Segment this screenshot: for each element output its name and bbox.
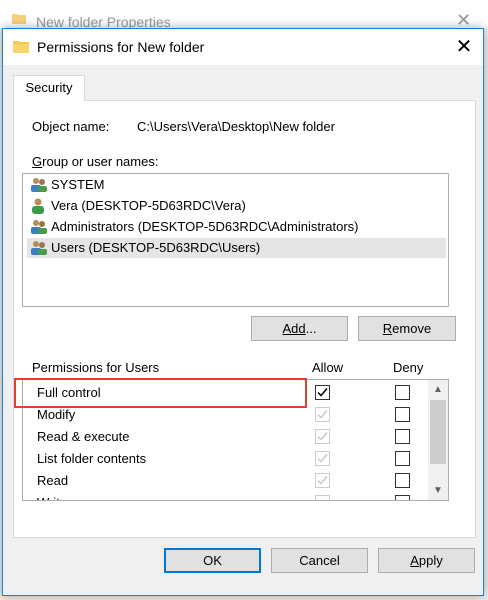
object-name-value: C:\Users\Vera\Desktop\New folder <box>137 119 335 134</box>
permission-row-list-folder-contents: List folder contents <box>23 448 428 470</box>
permission-name: Read <box>37 473 69 488</box>
list-item-label: Vera (DESKTOP-5D63RDC\Vera) <box>51 198 246 213</box>
deny-column-header: Deny <box>393 360 424 375</box>
permissions-scrollbar[interactable]: ▲ ▼ <box>428 380 448 500</box>
deny-list-folder-contents-checkbox[interactable] <box>395 451 410 466</box>
folder-icon <box>12 12 26 27</box>
list-item-label: Administrators (DESKTOP-5D63RDC\Administ… <box>51 219 359 234</box>
permission-row-modify: Modify <box>23 404 428 426</box>
group-or-user-names-label: Group or user names: <box>32 154 159 169</box>
close-icon[interactable]: ✕ <box>449 33 479 61</box>
dialog-title: Permissions for New folder <box>37 39 205 55</box>
cancel-button[interactable]: Cancel <box>271 548 368 573</box>
object-name-label: Object name: <box>32 119 110 134</box>
list-item[interactable]: Vera (DESKTOP-5D63RDC\Vera) <box>27 196 446 216</box>
deny-write-checkbox[interactable] <box>395 495 410 500</box>
tab-security[interactable]: Security <box>13 75 85 101</box>
permission-name: Modify <box>37 407 76 422</box>
permission-row-write: Write <box>23 492 428 500</box>
group-users-icon <box>30 240 48 262</box>
allow-full-control-checkbox[interactable] <box>315 385 330 400</box>
allow-column-header: Allow <box>312 360 344 375</box>
list-item-label: Users (DESKTOP-5D63RDC\Users) <box>51 240 261 255</box>
folder-icon <box>13 39 29 56</box>
deny-read-checkbox[interactable] <box>395 473 410 488</box>
scroll-down-icon[interactable]: ▼ <box>428 482 448 499</box>
ok-button[interactable]: OK <box>164 548 261 573</box>
deny-full-control-checkbox[interactable] <box>395 385 410 400</box>
list-item[interactable]: SYSTEM <box>27 175 446 195</box>
list-item-label: SYSTEM <box>51 177 105 192</box>
deny-read-execute-checkbox[interactable] <box>395 429 410 444</box>
scroll-thumb[interactable] <box>430 400 446 464</box>
background-titlebar: New folder Properties ✕ <box>0 0 488 30</box>
permissions-list[interactable]: Full control Modify Read & execute List … <box>22 379 449 501</box>
scroll-up-icon[interactable]: ▲ <box>428 381 448 398</box>
permission-name: List folder contents <box>37 451 147 466</box>
permissions-dialog: Permissions for New folder ✕ Security Ob… <box>2 28 484 596</box>
dialog-titlebar: Permissions for New folder ✕ <box>3 29 483 65</box>
apply-button[interactable]: Apply <box>378 548 475 573</box>
allow-list-folder-contents-checkbox <box>315 451 330 466</box>
add-button[interactable]: Add... <box>251 316 348 341</box>
allow-write-checkbox <box>315 495 330 500</box>
list-item-selected[interactable]: Users (DESKTOP-5D63RDC\Users) <box>27 238 446 258</box>
allow-modify-checkbox <box>315 407 330 422</box>
group-user-listbox[interactable]: SYSTEM Vera (DESKTOP-5D63RDC\Vera) Admin… <box>22 173 449 307</box>
permission-name: Full control <box>37 385 101 400</box>
permission-name: Write <box>37 492 67 500</box>
permission-row-full-control: Full control <box>23 382 428 404</box>
deny-modify-checkbox[interactable] <box>395 407 410 422</box>
permission-row-read-execute: Read & execute <box>23 426 428 448</box>
permission-name: Read & execute <box>37 429 130 444</box>
permissions-for-users-label: Permissions for Users <box>32 360 160 375</box>
permission-row-read: Read <box>23 470 428 492</box>
list-item[interactable]: Administrators (DESKTOP-5D63RDC\Administ… <box>27 217 446 237</box>
remove-button[interactable]: Remove <box>358 316 456 341</box>
allow-read-execute-checkbox <box>315 429 330 444</box>
allow-read-checkbox <box>315 473 330 488</box>
